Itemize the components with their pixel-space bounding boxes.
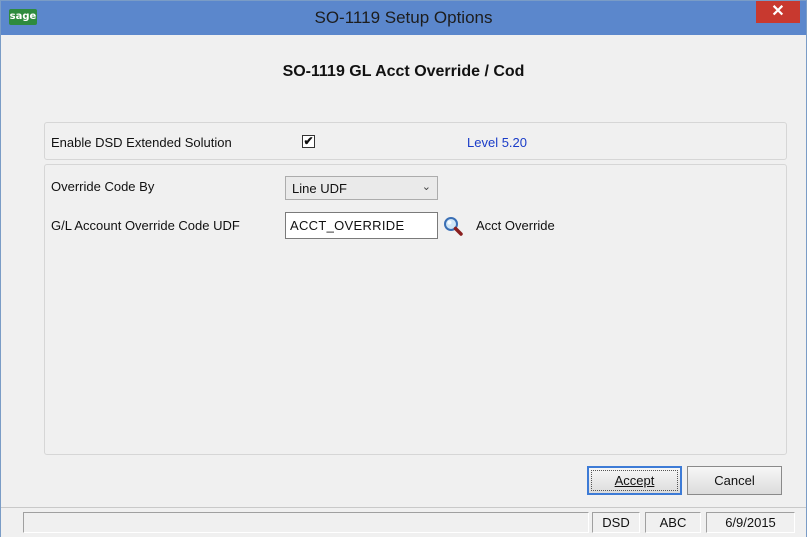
gl-override-udf-value: ACCT_OVERRIDE — [290, 218, 405, 233]
cancel-button[interactable]: Cancel — [687, 466, 782, 495]
close-button[interactable]: ✕ — [756, 1, 800, 23]
override-code-by-value: Line UDF — [292, 181, 347, 196]
title-bar[interactable]: sage SO-1119 Setup Options ✕ — [1, 1, 806, 35]
cancel-button-label: Cancel — [714, 473, 755, 488]
accept-button-label: Accept — [614, 473, 655, 488]
gl-override-udf-input[interactable]: ACCT_OVERRIDE — [285, 212, 438, 239]
status-module: DSD — [592, 512, 640, 533]
level-label: Level 5.20 — [467, 135, 527, 150]
status-bar: DSD ABC 6/9/2015 — [1, 507, 806, 537]
status-message — [23, 512, 589, 533]
gl-override-udf-label: G/L Account Override Code UDF — [51, 218, 240, 233]
enable-dsd-checkbox[interactable]: ✔ — [302, 135, 315, 148]
window-title: SO-1119 Setup Options — [314, 8, 493, 27]
setup-options-window: sage SO-1119 Setup Options ✕ SO-1119 GL … — [0, 0, 807, 537]
acct-override-description: Acct Override — [476, 218, 555, 233]
status-company: ABC — [645, 512, 701, 533]
options-panel — [44, 164, 787, 455]
enable-dsd-label: Enable DSD Extended Solution — [51, 135, 232, 150]
search-icon[interactable] — [442, 215, 464, 237]
accept-button[interactable]: Accept — [587, 466, 682, 495]
chevron-down-icon: ⌄ — [421, 181, 431, 193]
status-date: 6/9/2015 — [706, 512, 795, 533]
override-code-by-label: Override Code By — [51, 179, 155, 194]
page-title: SO-1119 GL Acct Override / Cod — [282, 63, 525, 80]
override-code-by-select[interactable]: Line UDF ⌄ — [285, 176, 438, 200]
